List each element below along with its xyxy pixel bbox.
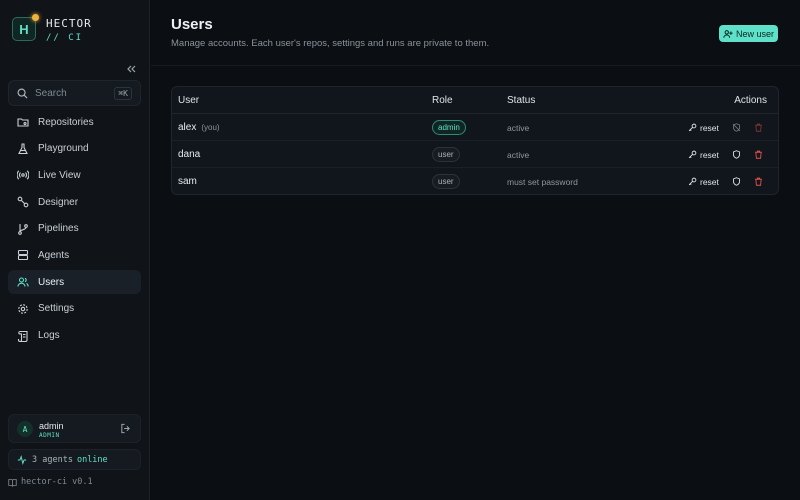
new-user-button[interactable]: New user <box>719 25 778 42</box>
role-badge: admin <box>432 120 466 135</box>
reset-password-button[interactable]: reset <box>688 150 719 160</box>
user-name: alex <box>178 122 197 133</box>
users-table: User Role Status Actions alex (you) admi… <box>171 86 779 195</box>
search-box[interactable]: Search ⌘K <box>8 80 141 106</box>
agents-state: online <box>76 454 108 465</box>
git-branch-icon <box>17 223 29 235</box>
users-icon <box>17 276 29 288</box>
sidebar-nav: Repositories Playground Live View Design… <box>8 110 141 350</box>
sidebar-item-live-view[interactable]: Live View <box>8 163 141 187</box>
trash-icon[interactable] <box>754 150 763 159</box>
sidebar-item-label: Pipelines <box>38 223 79 235</box>
search-shortcut: ⌘K <box>114 86 132 100</box>
version-text: hector-ci v0.1 <box>21 477 93 487</box>
trash-icon[interactable] <box>754 177 763 186</box>
app-version: hector-ci v0.1 <box>8 477 93 487</box>
you-label: (you) <box>201 123 220 132</box>
sidebar-item-label: Users <box>38 276 65 288</box>
demote-disabled-icon <box>732 123 741 132</box>
status-text: active <box>507 149 530 160</box>
sidebar-item-label: Playground <box>38 143 89 155</box>
search-input[interactable]: Search <box>35 88 114 99</box>
collapse-sidebar-icon[interactable] <box>124 62 138 76</box>
table-header: User Role Status Actions <box>172 87 778 114</box>
table-row: dana user active reset <box>172 141 778 168</box>
scroll-icon <box>17 330 29 342</box>
key-icon <box>688 150 697 159</box>
gear-icon <box>17 303 29 315</box>
brand-subtitle: // CI <box>46 33 84 43</box>
radio-icon <box>17 169 29 181</box>
brand-name: HECTOR <box>46 17 92 30</box>
status-text: must set password <box>507 176 578 187</box>
status-text: active <box>507 122 530 133</box>
reset-label: reset <box>700 176 719 187</box>
key-icon <box>688 123 697 132</box>
current-user-role: ADMIN <box>39 432 60 439</box>
column-header-actions: Actions <box>734 95 767 106</box>
user-name: sam <box>178 176 197 187</box>
role-badge: user <box>432 174 460 189</box>
table-row: alex (you) admin active reset <box>172 114 778 141</box>
column-header-status: Status <box>507 95 536 106</box>
sidebar-item-pipelines[interactable]: Pipelines <box>8 217 141 241</box>
workflow-icon <box>17 196 29 208</box>
page-title: Users <box>171 16 213 33</box>
sidebar-item-playground[interactable]: Playground <box>8 137 141 161</box>
sidebar-item-label: Live View <box>38 169 81 181</box>
sidebar-item-repositories[interactable]: Repositories <box>8 110 141 134</box>
folder-git-icon <box>17 116 29 128</box>
key-icon <box>688 177 697 186</box>
sidebar-item-users[interactable]: Users <box>8 270 141 295</box>
reset-password-button[interactable]: reset <box>688 177 719 187</box>
role-badge: user <box>432 147 460 162</box>
brand-status-dot <box>32 14 39 21</box>
table-row: sam user must set password reset <box>172 168 778 194</box>
activity-icon <box>17 454 27 465</box>
user-name: dana <box>178 149 201 160</box>
sidebar-item-label: Designer <box>38 196 79 208</box>
avatar: A <box>17 421 33 437</box>
logout-icon[interactable] <box>120 423 131 437</box>
main-content: Users Manage accounts. Each user's repos… <box>151 0 800 500</box>
sidebar-item-label: Agents <box>38 249 70 261</box>
current-user-card: A admin ADMIN <box>8 414 141 443</box>
shield-icon[interactable] <box>732 150 741 159</box>
column-header-user: User <box>178 95 200 106</box>
agents-status[interactable]: 3 agents online <box>8 449 141 470</box>
current-user-name: admin <box>39 421 64 431</box>
sidebar-item-label: Repositories <box>38 116 94 128</box>
page-header: Users Manage accounts. Each user's repos… <box>151 0 800 66</box>
column-header-role: Role <box>432 95 453 106</box>
new-user-label: New user <box>735 28 774 39</box>
sidebar-item-label: Settings <box>38 303 75 315</box>
shield-icon[interactable] <box>732 177 741 186</box>
search-icon <box>17 88 28 99</box>
brand-logo: H <box>12 17 36 41</box>
reset-password-button[interactable]: reset <box>688 123 719 133</box>
book-icon <box>8 478 17 487</box>
sidebar-item-label: Logs <box>38 330 60 341</box>
server-icon <box>17 249 29 261</box>
agents-count: 3 agents <box>32 454 73 465</box>
sidebar-item-agents[interactable]: Agents <box>8 243 141 267</box>
reset-label: reset <box>700 149 719 160</box>
page-subtitle: Manage accounts. Each user's repos, sett… <box>171 38 490 49</box>
sidebar-item-designer[interactable]: Designer <box>8 190 141 214</box>
user-plus-icon <box>723 29 733 38</box>
sidebar: H HECTOR // CI Search ⌘K Repositories Pl… <box>0 0 150 500</box>
flask-icon <box>17 143 29 155</box>
trash-disabled-icon <box>754 123 763 132</box>
reset-label: reset <box>700 122 719 133</box>
sidebar-item-settings[interactable]: Settings <box>8 297 141 321</box>
sidebar-item-logs[interactable]: Logs <box>8 324 141 348</box>
